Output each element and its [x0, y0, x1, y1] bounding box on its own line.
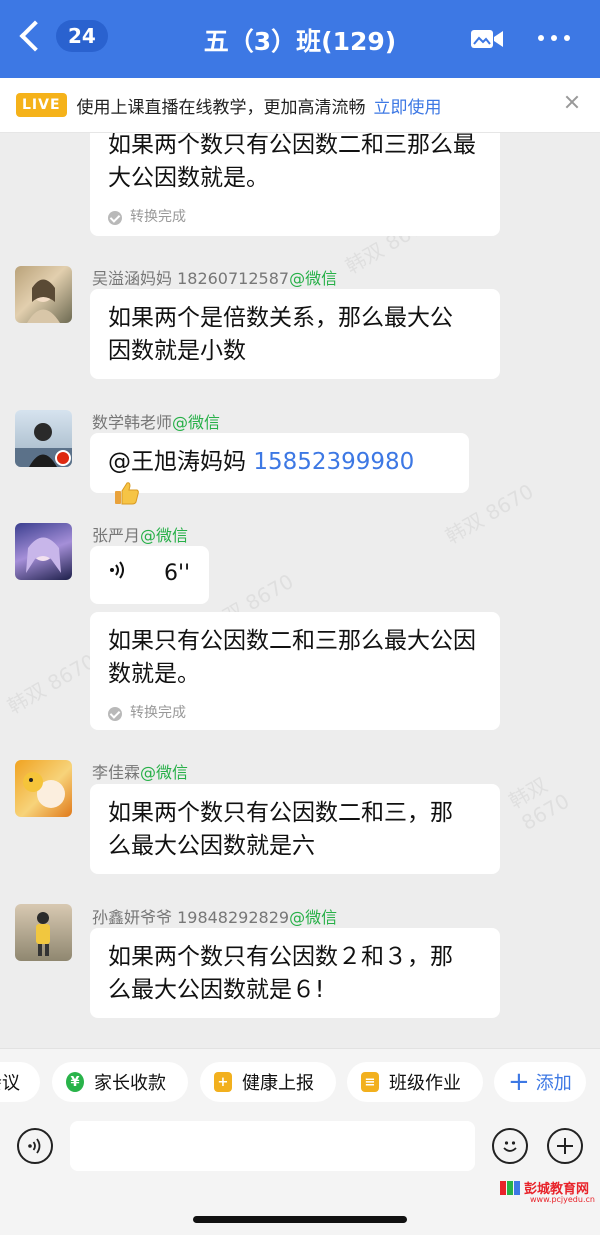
voice-input-button[interactable]: [17, 1128, 53, 1164]
health-report-chip[interactable]: + 健康上报: [200, 1062, 336, 1102]
plus-icon: +: [508, 1067, 530, 1097]
message-bubble[interactable]: 如果两个是倍数关系，那么最大公 因数就是小数: [90, 289, 500, 379]
avatar[interactable]: [15, 904, 72, 961]
add-label: 添加: [535, 1073, 572, 1094]
fee-collection-label: 家长收款: [94, 1073, 166, 1094]
message-input[interactable]: [70, 1121, 475, 1171]
add-chip[interactable]: + 添加: [494, 1062, 586, 1102]
sender-name: 数学韩老师@微信: [92, 413, 221, 432]
message-text-line: 如果两个是倍数关系，那么最大公: [108, 305, 453, 331]
sender-name: 吴溢涵妈妈 18260712587@微信: [92, 269, 338, 288]
check-icon: [108, 706, 122, 721]
message-text-line: 如果只有公因数二和三那么最大公因: [108, 628, 476, 654]
avatar[interactable]: [15, 266, 72, 323]
class-homework-chip[interactable]: ≡ 班级作业: [347, 1062, 483, 1102]
more-actions-button[interactable]: [547, 1128, 583, 1164]
live-banner: LIVE 使用上课直播在线教学，更加高清流畅 立即使用: [0, 78, 600, 133]
site-url: www.pcjyedu.cn: [530, 1195, 595, 1204]
message-text-line: 么最大公因数就是六: [108, 833, 315, 859]
message-text-line: 如果两个数只有公因数２和３，那: [108, 944, 453, 970]
message-bubble[interactable]: 如果两个数只有公因数二和三那么最 大公因数就是。 转换完成: [90, 133, 500, 236]
homework-icon: ≡: [361, 1072, 379, 1092]
phone-link[interactable]: 15852399980: [253, 449, 414, 475]
emoji-button[interactable]: [492, 1128, 528, 1164]
yen-icon: ¥: [66, 1072, 84, 1092]
voice-duration: 6'': [164, 561, 191, 586]
flag-icon: [55, 450, 71, 466]
check-icon: [108, 210, 122, 225]
close-icon[interactable]: [564, 94, 580, 110]
conversion-status-text: 转换完成: [130, 705, 186, 721]
message-text-line: 么最大公因数就是６!: [108, 977, 325, 1003]
conversion-status: 转换完成: [108, 697, 482, 730]
mention-text[interactable]: @王旭涛妈妈: [108, 449, 246, 475]
logo-blocks-icon: [500, 1180, 521, 1195]
chat-header: 24 五（3）班(129): [0, 0, 600, 78]
message-text-line: 因数就是小数: [108, 338, 246, 364]
thumbs-up-icon: [115, 482, 139, 505]
watermark: 韩双 8670: [3, 649, 100, 719]
avatar[interactable]: [15, 760, 72, 817]
conversion-status: 转换完成: [108, 201, 482, 234]
quick-action-bar: 会议 ¥ 家长收款 + 健康上报 ≡ 班级作业 + 添加: [0, 1048, 600, 1117]
sender-name: 孙鑫妍爷爷 19848292829@微信: [92, 908, 338, 927]
message-bubble[interactable]: 如果两个数只有公因数２和３，那 么最大公因数就是６!: [90, 928, 500, 1018]
sender-name: 张严月@微信: [92, 526, 189, 545]
video-call-icon[interactable]: [470, 27, 504, 51]
more-options-icon[interactable]: [538, 26, 570, 50]
watermark: 韩双 8670: [504, 772, 574, 835]
meeting-label: 会议: [0, 1073, 20, 1094]
health-report-label: 健康上报: [242, 1073, 314, 1094]
conversion-status-text: 转换完成: [130, 209, 186, 225]
voice-wave-icon: [110, 561, 124, 579]
meeting-chip[interactable]: 会议: [0, 1062, 40, 1102]
chat-title: 五（3）班(129): [203, 27, 397, 56]
message-text-line: 如果两个数只有公因数二和三那么最: [108, 133, 476, 158]
plus-icon: [557, 1138, 573, 1154]
voice-message[interactable]: 6'': [90, 546, 209, 604]
live-banner-text: 使用上课直播在线教学，更加高清流畅: [76, 97, 366, 118]
message-bubble[interactable]: 如果两个数只有公因数二和三，那 么最大公因数就是六: [90, 784, 500, 874]
clipboard-icon: +: [214, 1072, 232, 1092]
home-indicator[interactable]: [193, 1216, 407, 1223]
message-text-line: 如果两个数只有公因数二和三，那: [108, 800, 453, 826]
message-bubble[interactable]: 如果只有公因数二和三那么最大公因 数就是。 转换完成: [90, 612, 500, 730]
live-tag: LIVE: [16, 93, 67, 117]
chat-messages[interactable]: 韩双 8670 韩双 8670 韩双 8670 韩双 8670 韩双 8670 …: [0, 133, 600, 1048]
use-now-link[interactable]: 立即使用: [374, 93, 442, 118]
message-bubble[interactable]: @王旭涛妈妈 15852399980: [90, 433, 469, 505]
fee-collection-chip[interactable]: ¥ 家长收款: [52, 1062, 188, 1102]
avatar[interactable]: [15, 410, 72, 467]
avatar[interactable]: [15, 523, 72, 580]
message-text-line: 数就是。: [108, 661, 200, 687]
class-homework-label: 班级作业: [389, 1073, 461, 1094]
sender-name: 李佳霖@微信: [92, 763, 189, 782]
smiley-icon: [503, 1141, 517, 1152]
voice-wave-icon: [28, 1138, 41, 1154]
message-text-line: 大公因数就是。: [108, 165, 269, 191]
